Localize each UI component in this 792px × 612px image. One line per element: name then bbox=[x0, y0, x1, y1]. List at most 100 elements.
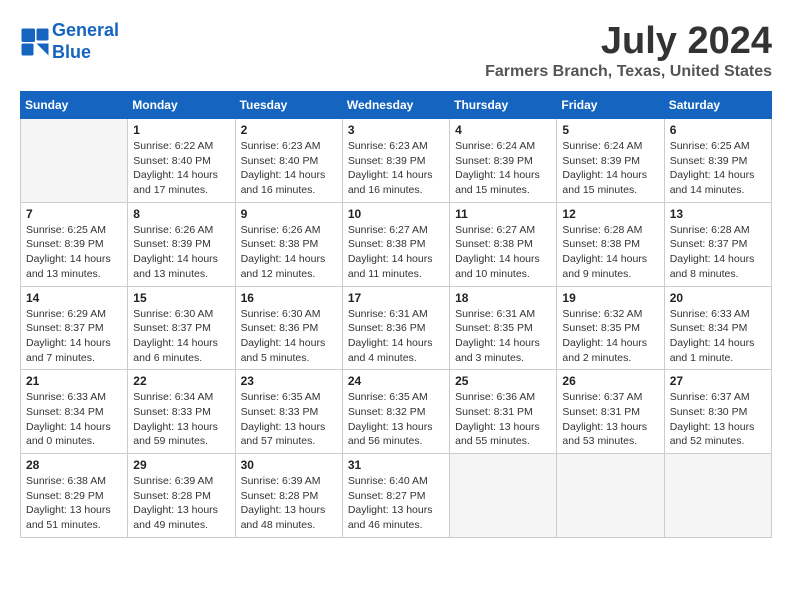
calendar-cell: 26 Sunrise: 6:37 AM Sunset: 8:31 PM Dayli… bbox=[557, 370, 664, 454]
day-number: 3 bbox=[348, 123, 444, 137]
day-info: Sunrise: 6:31 AM Sunset: 8:35 PM Dayligh… bbox=[455, 307, 551, 366]
calendar-cell: 13Sunrise: 6:28 AM Sunset: 8:37 PM Dayli… bbox=[664, 202, 771, 286]
day-number: 8 bbox=[133, 207, 229, 221]
column-header-saturday: Saturday bbox=[664, 92, 771, 119]
day-number: 15 bbox=[133, 291, 229, 305]
day-info: Sunrise: 6:40 AM Sunset: 8:27 PM Dayligh… bbox=[348, 474, 444, 533]
day-number: 22 bbox=[133, 374, 229, 388]
day-number: 29 bbox=[133, 458, 229, 472]
day-info: Sunrise: 6:32 AM Sunset: 8:35 PM Dayligh… bbox=[562, 307, 658, 366]
calendar-cell: 17 Sunrise: 6:31 AM Sunset: 8:36 PM Dayli… bbox=[342, 286, 449, 370]
calendar-cell: 22 Sunrise: 6:34 AM Sunset: 8:33 PM Dayli… bbox=[128, 370, 235, 454]
month-year-title: July 2024 bbox=[485, 20, 772, 63]
calendar-cell: 24 Sunrise: 6:35 AM Sunset: 8:32 PM Dayli… bbox=[342, 370, 449, 454]
day-info: Sunrise: 6:33 AM Sunset: 8:34 PM Dayligh… bbox=[670, 307, 766, 366]
day-number: 28 bbox=[26, 458, 122, 472]
day-info: Sunrise: 6:39 AM Sunset: 8:28 PM Dayligh… bbox=[241, 474, 337, 533]
calendar-cell: 10Sunrise: 6:27 AM Sunset: 8:38 PM Dayli… bbox=[342, 202, 449, 286]
calendar-cell: 19 Sunrise: 6:32 AM Sunset: 8:35 PM Dayli… bbox=[557, 286, 664, 370]
day-info: Sunrise: 6:30 AM Sunset: 8:36 PM Dayligh… bbox=[241, 307, 337, 366]
column-header-sunday: Sunday bbox=[21, 92, 128, 119]
day-number: 31 bbox=[348, 458, 444, 472]
day-info: Sunrise: 6:30 AM Sunset: 8:37 PM Dayligh… bbox=[133, 307, 229, 366]
day-info: Sunrise: 6:24 AM Sunset: 8:39 PM Dayligh… bbox=[455, 139, 551, 198]
day-number: 19 bbox=[562, 291, 658, 305]
calendar-cell: 14Sunrise: 6:29 AM Sunset: 8:37 PM Dayli… bbox=[21, 286, 128, 370]
day-number: 11 bbox=[455, 207, 551, 221]
calendar-table: SundayMondayTuesdayWednesdayThursdayFrid… bbox=[20, 91, 772, 538]
day-number: 20 bbox=[670, 291, 766, 305]
calendar-cell: 20 Sunrise: 6:33 AM Sunset: 8:34 PM Dayli… bbox=[664, 286, 771, 370]
logo: General Blue bbox=[20, 20, 119, 63]
day-number: 1 bbox=[133, 123, 229, 137]
calendar-cell bbox=[21, 119, 128, 203]
location-subtitle: Farmers Branch, Texas, United States bbox=[485, 63, 772, 81]
calendar-body: 1 Sunrise: 6:22 AM Sunset: 8:40 PM Daylig… bbox=[21, 119, 772, 538]
week-row-4: 21 Sunrise: 6:33 AM Sunset: 8:34 PM Dayli… bbox=[21, 370, 772, 454]
day-info: Sunrise: 6:31 AM Sunset: 8:36 PM Dayligh… bbox=[348, 307, 444, 366]
calendar-cell: 29 Sunrise: 6:39 AM Sunset: 8:28 PM Dayli… bbox=[128, 454, 235, 538]
day-number: 4 bbox=[455, 123, 551, 137]
day-info: Sunrise: 6:35 AM Sunset: 8:33 PM Dayligh… bbox=[241, 390, 337, 449]
page-header: General Blue July 2024 Farmers Branch, T… bbox=[20, 20, 772, 81]
calendar-cell: 2 Sunrise: 6:23 AM Sunset: 8:40 PM Daylig… bbox=[235, 119, 342, 203]
day-info: Sunrise: 6:27 AM Sunset: 8:38 PM Dayligh… bbox=[455, 223, 551, 282]
day-info: Sunrise: 6:33 AM Sunset: 8:34 PM Dayligh… bbox=[26, 390, 122, 449]
day-number: 6 bbox=[670, 123, 766, 137]
calendar-cell: 25 Sunrise: 6:36 AM Sunset: 8:31 PM Dayli… bbox=[450, 370, 557, 454]
day-info: Sunrise: 6:26 AM Sunset: 8:39 PM Dayligh… bbox=[133, 223, 229, 282]
day-info: Sunrise: 6:37 AM Sunset: 8:30 PM Dayligh… bbox=[670, 390, 766, 449]
calendar-cell: 15 Sunrise: 6:30 AM Sunset: 8:37 PM Dayli… bbox=[128, 286, 235, 370]
day-info: Sunrise: 6:35 AM Sunset: 8:32 PM Dayligh… bbox=[348, 390, 444, 449]
day-number: 10 bbox=[348, 207, 444, 221]
day-number: 24 bbox=[348, 374, 444, 388]
calendar-cell: 6Sunrise: 6:25 AM Sunset: 8:39 PM Daylig… bbox=[664, 119, 771, 203]
day-info: Sunrise: 6:26 AM Sunset: 8:38 PM Dayligh… bbox=[241, 223, 337, 282]
logo-icon bbox=[20, 27, 50, 57]
day-number: 2 bbox=[241, 123, 337, 137]
calendar-cell: 16 Sunrise: 6:30 AM Sunset: 8:36 PM Dayli… bbox=[235, 286, 342, 370]
day-number: 16 bbox=[241, 291, 337, 305]
calendar-cell: 4 Sunrise: 6:24 AM Sunset: 8:39 PM Daylig… bbox=[450, 119, 557, 203]
day-number: 27 bbox=[670, 374, 766, 388]
day-info: Sunrise: 6:34 AM Sunset: 8:33 PM Dayligh… bbox=[133, 390, 229, 449]
day-number: 18 bbox=[455, 291, 551, 305]
day-info: Sunrise: 6:24 AM Sunset: 8:39 PM Dayligh… bbox=[562, 139, 658, 198]
calendar-cell: 23 Sunrise: 6:35 AM Sunset: 8:33 PM Dayli… bbox=[235, 370, 342, 454]
calendar-header: SundayMondayTuesdayWednesdayThursdayFrid… bbox=[21, 92, 772, 119]
calendar-cell: 27 Sunrise: 6:37 AM Sunset: 8:30 PM Dayli… bbox=[664, 370, 771, 454]
calendar-cell bbox=[557, 454, 664, 538]
column-header-wednesday: Wednesday bbox=[342, 92, 449, 119]
day-info: Sunrise: 6:36 AM Sunset: 8:31 PM Dayligh… bbox=[455, 390, 551, 449]
day-info: Sunrise: 6:23 AM Sunset: 8:40 PM Dayligh… bbox=[241, 139, 337, 198]
day-info: Sunrise: 6:29 AM Sunset: 8:37 PM Dayligh… bbox=[26, 307, 122, 366]
day-info: Sunrise: 6:22 AM Sunset: 8:40 PM Dayligh… bbox=[133, 139, 229, 198]
logo-text: General Blue bbox=[52, 20, 119, 63]
header-row: SundayMondayTuesdayWednesdayThursdayFrid… bbox=[21, 92, 772, 119]
calendar-cell: 1 Sunrise: 6:22 AM Sunset: 8:40 PM Daylig… bbox=[128, 119, 235, 203]
day-number: 25 bbox=[455, 374, 551, 388]
day-info: Sunrise: 6:38 AM Sunset: 8:29 PM Dayligh… bbox=[26, 474, 122, 533]
calendar-cell: 31 Sunrise: 6:40 AM Sunset: 8:27 PM Dayli… bbox=[342, 454, 449, 538]
day-info: Sunrise: 6:39 AM Sunset: 8:28 PM Dayligh… bbox=[133, 474, 229, 533]
day-number: 26 bbox=[562, 374, 658, 388]
day-number: 17 bbox=[348, 291, 444, 305]
calendar-cell: 5 Sunrise: 6:24 AM Sunset: 8:39 PM Daylig… bbox=[557, 119, 664, 203]
week-row-1: 1 Sunrise: 6:22 AM Sunset: 8:40 PM Daylig… bbox=[21, 119, 772, 203]
column-header-monday: Monday bbox=[128, 92, 235, 119]
calendar-cell: 9 Sunrise: 6:26 AM Sunset: 8:38 PM Daylig… bbox=[235, 202, 342, 286]
calendar-cell bbox=[450, 454, 557, 538]
day-number: 23 bbox=[241, 374, 337, 388]
column-header-tuesday: Tuesday bbox=[235, 92, 342, 119]
day-number: 9 bbox=[241, 207, 337, 221]
day-number: 5 bbox=[562, 123, 658, 137]
day-number: 30 bbox=[241, 458, 337, 472]
day-number: 21 bbox=[26, 374, 122, 388]
day-number: 7 bbox=[26, 207, 122, 221]
day-info: Sunrise: 6:37 AM Sunset: 8:31 PM Dayligh… bbox=[562, 390, 658, 449]
day-number: 13 bbox=[670, 207, 766, 221]
week-row-3: 14Sunrise: 6:29 AM Sunset: 8:37 PM Dayli… bbox=[21, 286, 772, 370]
title-section: July 2024 Farmers Branch, Texas, United … bbox=[485, 20, 772, 81]
day-info: Sunrise: 6:23 AM Sunset: 8:39 PM Dayligh… bbox=[348, 139, 444, 198]
calendar-cell: 8 Sunrise: 6:26 AM Sunset: 8:39 PM Daylig… bbox=[128, 202, 235, 286]
